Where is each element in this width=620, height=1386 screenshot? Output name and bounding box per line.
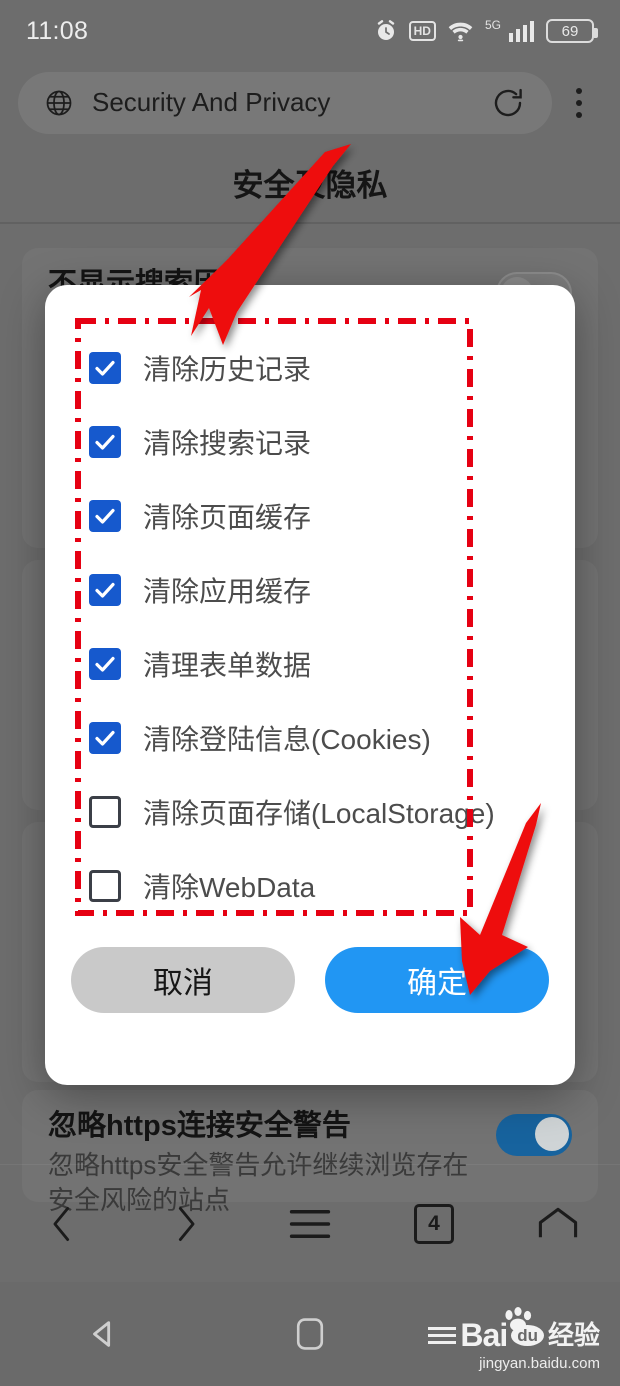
checkbox-checked-icon[interactable] — [89, 722, 121, 754]
browser-bottom-nav: 4 — [0, 1164, 620, 1282]
forward-button[interactable] — [141, 1189, 231, 1259]
checkbox-checked-icon[interactable] — [89, 574, 121, 606]
hamburger-menu-icon[interactable] — [265, 1189, 355, 1259]
network-type-label: 5G — [484, 18, 501, 32]
checkbox-row[interactable]: 清除搜索记录 — [45, 405, 575, 479]
kebab-dot — [576, 111, 582, 118]
checkbox-row[interactable]: 清除历史记录 — [45, 331, 575, 405]
home-button[interactable] — [513, 1189, 603, 1259]
checkbox-unchecked-icon[interactable] — [89, 870, 121, 902]
checkbox-label: 清除WebData — [143, 872, 316, 903]
page-title: 安全及隐私 — [232, 168, 388, 203]
kebab-dot — [576, 87, 582, 94]
checkbox-label: 清除搜索记录 — [143, 428, 312, 459]
battery-level-label: 69 — [561, 22, 579, 40]
browser-menu-icon[interactable] — [556, 87, 602, 118]
checkbox-unchecked-icon[interactable] — [89, 796, 121, 828]
status-bar: 11:08 HD 5G 69 — [0, 0, 620, 62]
checkbox-label: 清除应用缓存 — [143, 576, 312, 607]
url-text: Security And Privacy — [92, 87, 331, 117]
checkbox-label: 清除历史记录 — [143, 354, 312, 385]
checkbox-row[interactable]: 清除登陆信息(Cookies) — [45, 701, 575, 775]
system-back-button[interactable] — [63, 1304, 143, 1364]
checkbox-checked-icon[interactable] — [89, 352, 121, 384]
url-bar[interactable]: Security And Privacy — [18, 71, 552, 134]
signal-bars-icon — [509, 20, 535, 42]
checkbox-list: 清除历史记录 清除搜索记录 清除页面缓存 清除应用缓存 清理表单数据清除登陆信息(Coo… — [45, 285, 575, 923]
setting-toggle[interactable] — [496, 1114, 572, 1156]
checkbox-row[interactable]: 清理表单数据 — [45, 627, 575, 701]
checkbox-row[interactable]: 清除应用缓存 — [45, 553, 575, 627]
confirm-button[interactable]: 确定 — [325, 947, 549, 1013]
checkbox-row[interactable]: 清除WebData — [45, 849, 575, 923]
setting-title: 忽略https连接安全警告 — [48, 1110, 351, 1142]
browser-toolbar: Security And Privacy — [0, 70, 620, 135]
kebab-dot — [576, 99, 582, 106]
checkbox-checked-icon[interactable] — [89, 500, 121, 532]
reload-icon[interactable] — [490, 85, 526, 121]
tab-count-button[interactable]: 4 — [389, 1189, 479, 1259]
checkbox-label: 清除页面存储(LocalStorage) — [143, 798, 495, 829]
checkbox-row[interactable]: 清除页面存储(LocalStorage) — [45, 775, 575, 849]
battery-icon: 69 — [546, 19, 598, 43]
checkbox-checked-icon[interactable] — [89, 648, 121, 680]
wifi-icon — [447, 20, 474, 42]
tab-count-label: 4 — [414, 1203, 454, 1244]
system-home-button[interactable] — [270, 1304, 350, 1364]
checkbox-label: 清理表单数据 — [143, 650, 312, 681]
title-divider — [0, 222, 620, 224]
clear-data-dialog: 清除历史记录 清除搜索记录 清除页面缓存 清除应用缓存 清理表单数据清除登陆信息(Coo… — [45, 285, 575, 1085]
checkbox-checked-icon[interactable] — [89, 426, 121, 458]
cancel-button[interactable]: 取消 — [71, 947, 295, 1013]
alarm-clock-icon — [374, 19, 398, 43]
status-time: 11:08 — [26, 16, 89, 45]
checkbox-label: 清除页面缓存 — [143, 502, 312, 533]
globe-icon — [44, 88, 74, 118]
back-button[interactable] — [17, 1189, 107, 1259]
status-icon-group: HD 5G 69 — [374, 18, 598, 43]
checkbox-label: 清除登陆信息(Cookies) — [143, 724, 431, 755]
dialog-button-row: 取消 确定 — [45, 947, 575, 1013]
checkbox-row[interactable]: 清除页面缓存 — [45, 479, 575, 553]
hd-icon: HD — [408, 21, 436, 41]
system-navigation-bar — [0, 1282, 620, 1386]
